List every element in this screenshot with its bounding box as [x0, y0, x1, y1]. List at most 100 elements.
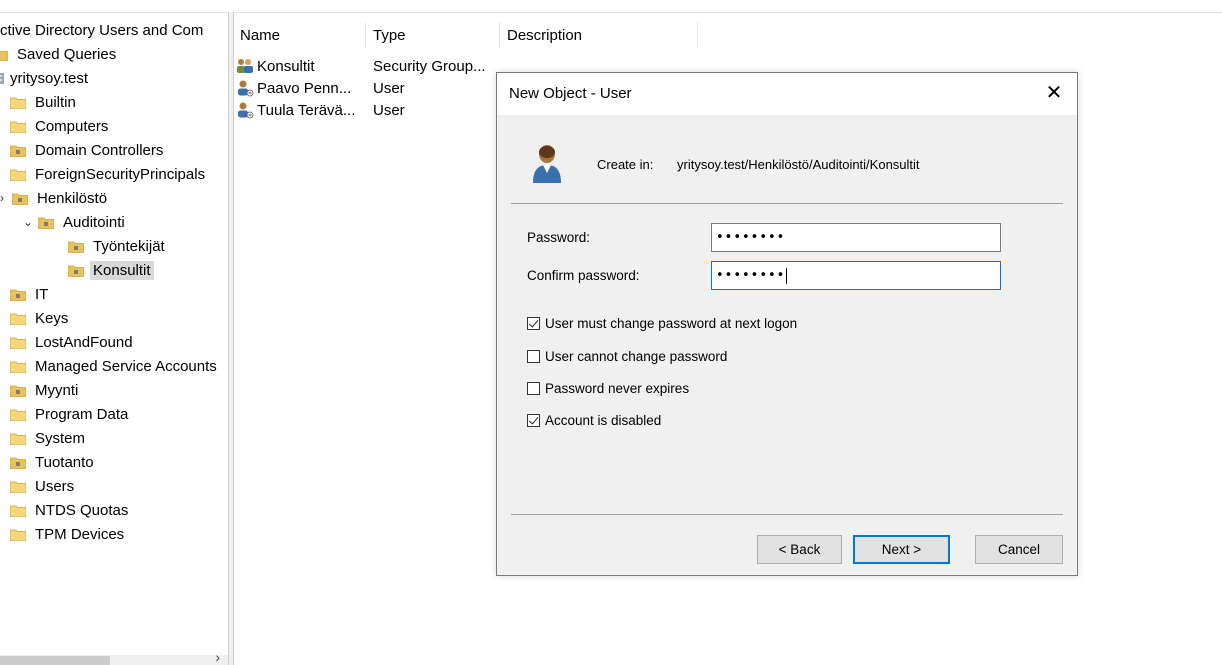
tree-item-label: NTDS Quotas	[35, 501, 129, 519]
tree-item-label: TPM Devices	[35, 525, 125, 543]
tree-item-tyontekijat[interactable]: Työntekijät	[68, 234, 168, 258]
must-change-password-checkbox[interactable]	[527, 317, 540, 330]
cannot-change-password-checkbox[interactable]	[527, 350, 540, 363]
tree-item-saved-queries[interactable]: Saved Queries	[0, 42, 119, 66]
create-in-path: yritysoy.test/Henkilöstö/Auditointi/Kons…	[677, 157, 920, 172]
tree-horizontal-scrollbar[interactable]: ›	[0, 649, 228, 665]
chevron-down-icon[interactable]: ⌄	[22, 215, 34, 229]
tree-root[interactable]: ctive Directory Users and Com	[0, 18, 206, 42]
list-item[interactable]: Paavo Penn... User	[233, 77, 498, 99]
tree-item-label: yritysoy.test	[10, 69, 89, 87]
tree-item-it[interactable]: IT	[10, 282, 51, 306]
tree-item-konsultit[interactable]: Konsultit	[68, 258, 154, 282]
tree-item-label: Henkilöstö	[37, 189, 108, 207]
top-strip	[0, 0, 1222, 13]
column-header-name[interactable]: Name	[233, 22, 366, 48]
folder-icon	[0, 50, 8, 61]
list-item-name: Paavo Penn...	[257, 79, 352, 97]
ou-folder-icon	[68, 241, 84, 253]
ou-folder-icon	[10, 145, 26, 157]
next-button[interactable]: Next >	[853, 535, 950, 564]
tree-item-domain-controllers[interactable]: Domain Controllers	[10, 138, 166, 162]
chevron-right-icon[interactable]: ›	[0, 191, 8, 205]
cancel-button[interactable]: Cancel	[975, 535, 1063, 564]
tree-item-label: System	[35, 429, 86, 447]
tree-item-users[interactable]: Users	[10, 474, 77, 498]
ou-folder-icon	[38, 217, 54, 229]
back-button[interactable]: < Back	[757, 535, 842, 564]
tree-item-label: Computers	[35, 117, 109, 135]
password-never-expires-checkbox-row[interactable]: Password never expires	[527, 381, 689, 396]
user-icon	[533, 145, 561, 183]
ou-folder-icon	[10, 457, 26, 469]
tree-item-henkilosto[interactable]: › Henkilöstö	[0, 186, 110, 210]
tree-item-myynti[interactable]: Myynti	[10, 378, 81, 402]
ou-folder-icon	[10, 289, 26, 301]
tree-item-auditointi[interactable]: ⌄ Auditointi	[22, 210, 128, 234]
create-in-label: Create in:	[597, 157, 654, 172]
column-header-description[interactable]: Description	[500, 22, 698, 48]
list-item[interactable]: Tuula Terävä... User	[233, 99, 498, 121]
ou-folder-icon	[68, 265, 84, 277]
tree-item-tuotanto[interactable]: Tuotanto	[10, 450, 97, 474]
user-icon	[238, 80, 254, 97]
tree-item-foreign-security-principals[interactable]: ForeignSecurityPrincipals	[10, 162, 208, 186]
password-value: ••••••••	[716, 230, 786, 245]
tree-item-label: Saved Queries	[17, 45, 117, 63]
tree-item-label: Työntekijät	[93, 237, 165, 255]
folder-icon	[10, 337, 26, 349]
group-icon	[237, 59, 253, 73]
password-field[interactable]: ••••••••	[711, 223, 1001, 252]
folder-icon	[10, 409, 26, 421]
ou-folder-icon	[10, 385, 26, 397]
tree-item-tpm-devices[interactable]: TPM Devices	[10, 522, 127, 546]
tree-item-label: LostAndFound	[35, 333, 133, 351]
must-change-password-checkbox-row[interactable]: User must change password at next logon	[527, 316, 797, 331]
tree-item-ntds-quotas[interactable]: NTDS Quotas	[10, 498, 131, 522]
checkbox-label: User cannot change password	[545, 349, 728, 364]
tree-item-computers[interactable]: Computers	[10, 114, 111, 138]
tree-item-label: IT	[35, 285, 49, 303]
tree-item-domain[interactable]: yritysoy.test	[0, 66, 91, 90]
checkbox-label: User must change password at next logon	[545, 316, 798, 331]
close-icon[interactable]: ✕	[1041, 79, 1067, 105]
password-label: Password:	[527, 230, 591, 245]
password-never-expires-checkbox[interactable]	[527, 382, 540, 395]
list-item-name: Tuula Terävä...	[257, 101, 356, 119]
domain-icon	[0, 72, 4, 84]
tree-item-label: Domain Controllers	[35, 141, 164, 159]
new-object-user-dialog: New Object - User ✕ Create in: yritysoy.…	[496, 72, 1078, 576]
ou-folder-icon	[12, 193, 28, 205]
account-disabled-checkbox-row[interactable]: Account is disabled	[527, 413, 661, 428]
tree-item-label: Builtin	[35, 93, 76, 111]
list-item[interactable]: Konsultit Security Group...	[233, 55, 498, 77]
tree-item-managed-service-accounts[interactable]: Managed Service Accounts	[10, 354, 220, 378]
checkbox-label: Account is disabled	[545, 413, 662, 428]
tree-item-builtin[interactable]: Builtin	[10, 90, 79, 114]
folder-icon	[10, 313, 26, 325]
divider	[511, 514, 1063, 515]
folder-icon	[10, 433, 26, 445]
tree-item-label: Program Data	[35, 405, 129, 423]
scroll-right-icon[interactable]: ›	[215, 649, 220, 665]
scrollbar-thumb[interactable]	[0, 656, 110, 665]
folder-icon	[10, 529, 26, 541]
tree-item-keys[interactable]: Keys	[10, 306, 71, 330]
tree-item-lostandfound[interactable]: LostAndFound	[10, 330, 136, 354]
account-disabled-checkbox[interactable]	[527, 414, 540, 427]
tree-item-label: Konsultit	[90, 260, 154, 280]
dialog-body: Create in: yritysoy.test/Henkilöstö/Audi…	[497, 115, 1077, 575]
tree-item-system[interactable]: System	[10, 426, 88, 450]
cannot-change-password-checkbox-row[interactable]: User cannot change password	[527, 349, 727, 364]
console-tree: ctive Directory Users and Com Saved Quer…	[0, 18, 229, 665]
list-item-type: User	[373, 79, 405, 97]
dialog-title: New Object - User	[509, 85, 632, 102]
tree-item-program-data[interactable]: Program Data	[10, 402, 131, 426]
column-header-type[interactable]: Type	[366, 22, 500, 48]
tree-item-label: Keys	[35, 309, 69, 327]
tree-root-label: ctive Directory Users and Com	[0, 21, 204, 39]
folder-icon	[10, 505, 26, 517]
list-item-type: Security Group...	[373, 57, 486, 75]
confirm-password-field[interactable]: ••••••••	[711, 261, 1001, 290]
divider	[511, 203, 1063, 204]
